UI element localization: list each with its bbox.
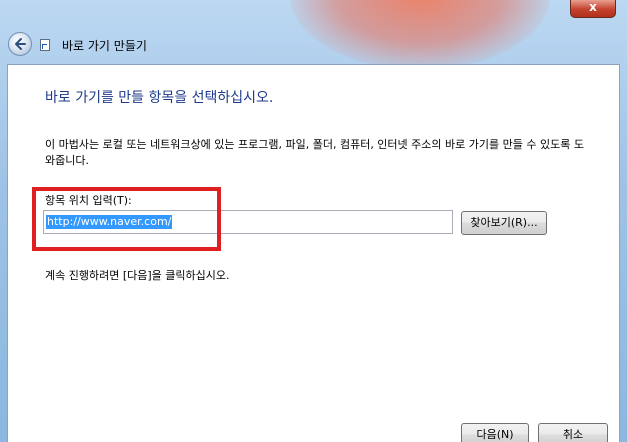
close-button[interactable]: x — [570, 0, 616, 18]
back-button[interactable] — [8, 32, 32, 56]
browse-button[interactable]: 찾아보기(R)... — [461, 211, 547, 235]
cancel-button[interactable]: 취소 — [538, 423, 608, 442]
next-button[interactable]: 다음(N) — [461, 423, 529, 442]
page-heading: 바로 가기를 만들 항목을 선택하십시오. — [45, 90, 274, 106]
shortcut-icon — [40, 39, 50, 51]
continue-instruction: 계속 진행하려면 [다음]을 클릭하십시오. — [45, 269, 230, 282]
red-highlight-box — [32, 187, 221, 251]
wizard-description: 이 마법사는 로컬 또는 네트워크상에 있는 프로그램, 파일, 폴더, 컴퓨터… — [45, 138, 584, 167]
wizard-content: 바로 가기를 만들 항목을 선택하십시오. 이 마법사는 로컬 또는 네트워크상… — [7, 64, 620, 442]
window-title: 바로 가기 만들기 — [62, 39, 147, 53]
title-bar: 바로 가기 만들기 — [0, 28, 627, 62]
create-shortcut-window: x 바로 가기 만들기 바로 가기를 만들 항목을 선택하십시오. 이 마법사는… — [0, 0, 627, 442]
wizard-footer: 다음(N) 취소 — [8, 407, 619, 442]
close-icon: x — [589, 0, 597, 14]
back-arrow-icon — [15, 38, 26, 50]
